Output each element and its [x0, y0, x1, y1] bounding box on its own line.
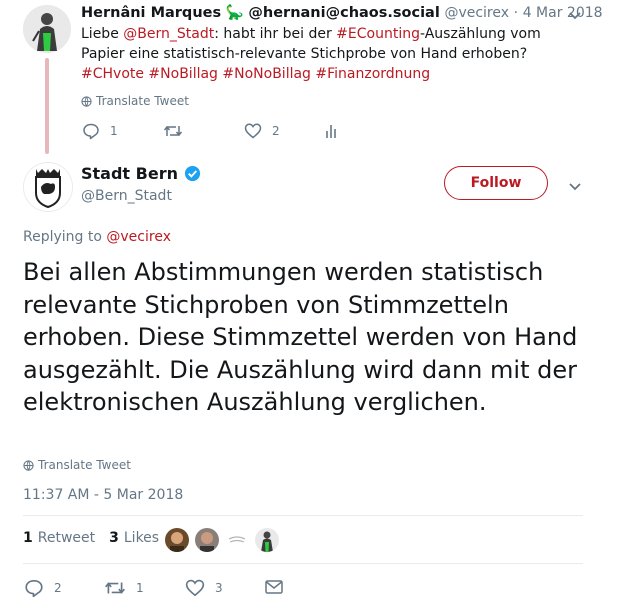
avatar[interactable]: [23, 5, 71, 53]
retweet-button[interactable]: [163, 122, 193, 140]
author-name[interactable]: Stadt Bern: [81, 164, 178, 183]
thread-connector: [45, 58, 49, 154]
translate-label: Translate Tweet: [38, 458, 131, 472]
likes-label[interactable]: Likes: [124, 530, 159, 546]
reply-button[interactable]: 2: [24, 578, 62, 598]
tweet-text: Bei allen Abstimmungen werden statistisc…: [23, 258, 578, 416]
globe-icon: [23, 459, 34, 471]
globe-icon: [81, 95, 92, 107]
tweet-text: Liebe @Bern_Stadt: habt ihr bei der #ECo…: [81, 24, 581, 84]
tweet-link[interactable]: #ECounting: [336, 26, 420, 42]
divider: [23, 515, 583, 516]
tweet-date[interactable]: 4 Mar 2018: [523, 5, 603, 21]
tweet-header: Hernâni Marques 🦕 @hernani@chaos.social …: [81, 4, 603, 21]
reply-count: 2: [54, 581, 62, 595]
replying-to: Replying to @vecirex: [23, 229, 171, 245]
tweet-text-segment: Liebe: [81, 26, 124, 42]
analytics-button[interactable]: [325, 122, 339, 140]
verified-badge-icon: [184, 165, 201, 182]
retweets-count[interactable]: 1: [23, 530, 33, 546]
retweet-button[interactable]: 1: [104, 578, 144, 598]
reply-button[interactable]: 1: [82, 122, 118, 140]
follow-button[interactable]: Follow: [444, 166, 548, 200]
author-name-suffix[interactable]: @hernani@chaos.social: [248, 5, 439, 21]
avatar[interactable]: [255, 528, 279, 552]
translate-tweet[interactable]: Translate Tweet: [23, 458, 131, 472]
author-name[interactable]: Hernâni Marques: [81, 5, 221, 21]
analytics-icon: [325, 122, 339, 140]
name-emoji: 🦕: [225, 5, 244, 21]
like-button[interactable]: 2: [244, 122, 280, 140]
tweet-link[interactable]: @Bern_Stadt: [123, 26, 214, 42]
like-button[interactable]: 3: [185, 578, 223, 598]
tweet-timestamp[interactable]: 11:37 AM - 5 Mar 2018: [23, 487, 183, 503]
likes-count[interactable]: 3: [109, 530, 119, 546]
retweets-label[interactable]: Retweet: [38, 530, 95, 546]
heart-icon: [185, 578, 205, 598]
engagement-stats: 1 Retweet 3 Likes: [23, 530, 173, 546]
chevron-down-icon[interactable]: [568, 8, 582, 22]
replying-prefix: Replying to: [23, 229, 102, 245]
like-count: 2: [272, 124, 280, 138]
envelope-icon: [264, 578, 284, 596]
translate-label: Translate Tweet: [96, 94, 189, 108]
separator: ·: [513, 5, 519, 21]
avatar[interactable]: [165, 528, 189, 552]
like-count: 3: [215, 581, 223, 595]
avatar[interactable]: [195, 528, 219, 552]
divider: [23, 563, 583, 564]
tweet-text-segment: : habt ihr bei der: [214, 26, 337, 42]
retweet-icon: [163, 122, 183, 140]
avatar[interactable]: [225, 528, 249, 552]
avatar[interactable]: [23, 162, 73, 212]
liker-avatars: [165, 528, 279, 552]
author-handle[interactable]: @vecirex: [444, 5, 509, 21]
author-handle[interactable]: @Bern_Stadt: [81, 188, 172, 204]
retweet-icon: [104, 578, 126, 598]
translate-tweet[interactable]: Translate Tweet: [81, 94, 189, 108]
heart-icon: [244, 122, 262, 140]
author-name-row: Stadt Bern: [81, 164, 201, 183]
hashtags[interactable]: #CHvote #NoBillag #NoNoBillag #Finanzord…: [81, 66, 430, 82]
direct-message-button[interactable]: [264, 578, 284, 596]
retweet-count: 1: [136, 581, 144, 595]
reply-icon: [24, 578, 44, 598]
reply-icon: [82, 122, 100, 140]
chevron-down-icon[interactable]: [568, 179, 582, 193]
reply-count: 1: [110, 124, 118, 138]
replying-to-link[interactable]: @vecirex: [106, 229, 171, 245]
